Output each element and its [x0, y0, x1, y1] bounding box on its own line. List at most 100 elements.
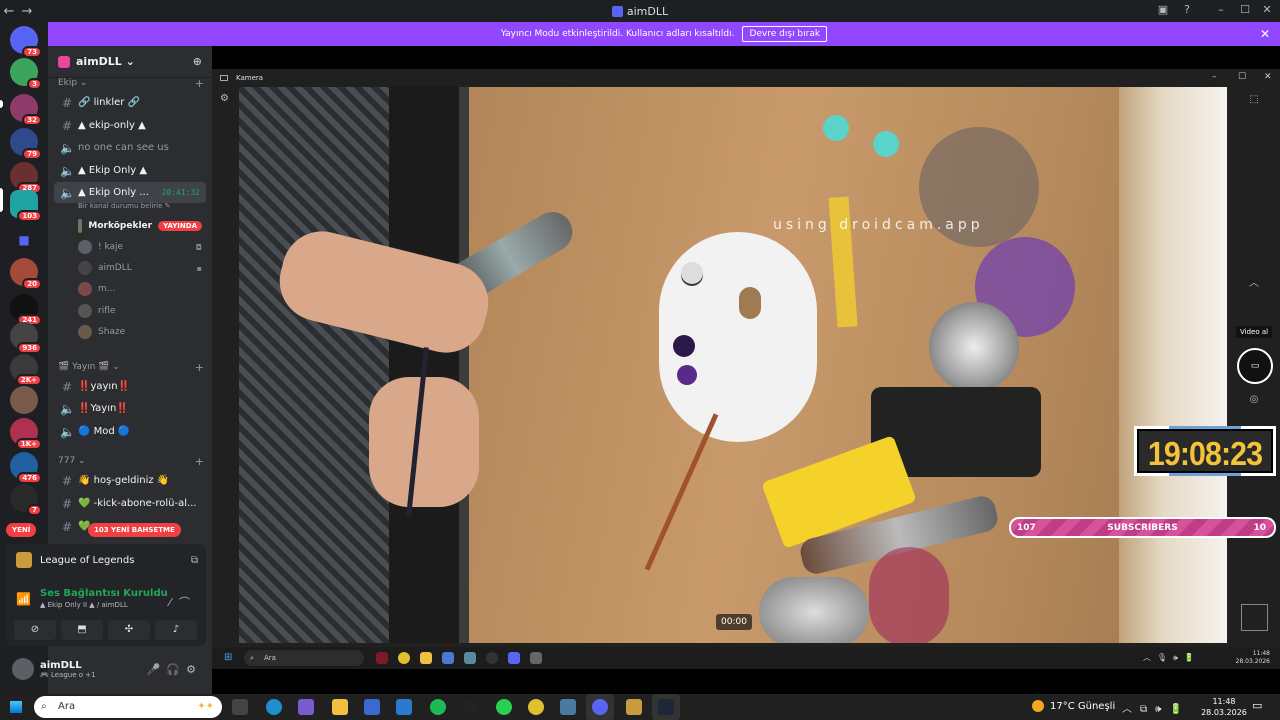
store-icon[interactable] — [364, 699, 380, 715]
taskbar-clock[interactable]: 11:48 28.03.2026 — [1200, 696, 1248, 718]
app-icon[interactable] — [496, 699, 512, 715]
game-activity[interactable]: League of Legends ⧉ — [16, 552, 198, 568]
edge-icon[interactable] — [266, 699, 282, 715]
weather-widget[interactable]: 17°C Güneşli — [1032, 700, 1115, 712]
minimize-button[interactable]: – — [1212, 3, 1230, 16]
channel-mod[interactable]: 🔈 🔵 Mod 🔵 — [54, 421, 206, 442]
invite-people-icon[interactable]: ⊕ — [193, 55, 202, 68]
obs-icon[interactable] — [486, 652, 498, 664]
gallery-thumbnail[interactable] — [1241, 604, 1268, 631]
steam-icon[interactable] — [658, 699, 674, 715]
camera-app-icon[interactable] — [530, 652, 542, 664]
close-button[interactable]: ✕ — [1258, 3, 1276, 16]
guild-header[interactable]: aimDLL ⌄ ⊕ — [48, 46, 212, 78]
server-icon[interactable]: 476 — [10, 452, 42, 484]
channel-hos-geldiniz[interactable]: # 👋 hoş-geldiniz 👋 — [54, 470, 206, 491]
search-box[interactable]: ⌕ Ara — [244, 650, 364, 666]
server-icon-active[interactable]: 103 — [10, 190, 42, 222]
server-icon[interactable]: 3 — [10, 58, 42, 90]
share-screen-button[interactable]: ⬒ — [61, 620, 103, 640]
chrome-icon[interactable] — [528, 699, 544, 715]
server-icon[interactable]: 287 — [10, 162, 42, 194]
task-view-icon[interactable] — [232, 699, 248, 715]
voice-user[interactable]: Morköpekler YAYINDA — [78, 217, 202, 235]
channel-ekip-only-selected[interactable]: 🔈 ▲ Ekip Only ... 20:41:32 — [54, 182, 206, 203]
voice-user[interactable]: rifle — [78, 302, 202, 320]
inbox-icon[interactable]: ▣ — [1154, 3, 1172, 16]
channel-kick-abone[interactable]: # 💚 -kick-abone-rolü-al... — [54, 493, 206, 514]
help-icon[interactable]: ? — [1178, 3, 1196, 16]
gear-icon[interactable]: ⚙ — [186, 663, 202, 676]
headphones-icon[interactable]: 🎧 — [166, 663, 186, 676]
channel-linkler[interactable]: # 🔗 linkler 🔗 — [54, 92, 206, 113]
server-icon[interactable]: 1K+ — [10, 418, 42, 450]
voice-user[interactable]: Shaze — [78, 323, 202, 341]
file-explorer-icon[interactable] — [332, 699, 348, 715]
settings-icon[interactable]: ⚙ — [220, 93, 229, 104]
add-channel-icon[interactable]: + — [195, 361, 204, 374]
camera-switch-icon[interactable]: ⬚ — [1239, 94, 1269, 105]
screen-share-icon[interactable]: ⧉ — [191, 555, 198, 566]
close-banner-icon[interactable]: ✕ — [1260, 27, 1270, 41]
soundboard-button[interactable]: ♪ — [155, 620, 197, 640]
copilot-icon[interactable] — [298, 699, 314, 715]
direct-messages-icon[interactable]: 73 — [10, 26, 42, 58]
discord-icon[interactable] — [592, 699, 608, 715]
channel-status-prompt[interactable]: Bir kanal durumu belirle ✎ — [78, 202, 171, 210]
microphone-icon[interactable]: 🎤 — [147, 663, 167, 676]
app-icon[interactable] — [396, 699, 412, 715]
server-icon[interactable]: 7 — [10, 484, 42, 516]
activities-button[interactable]: ✣ — [108, 620, 150, 640]
channel-yayin-voice[interactable]: 🔈 ‼️Yayın‼️ — [54, 398, 206, 419]
server-icon[interactable]: 20 — [10, 258, 42, 290]
server-icon[interactable] — [10, 386, 38, 414]
maximize-button[interactable]: ☐ — [1238, 72, 1246, 82]
category-yayin[interactable]: 🎬 Yayın 🎬 ⌄ + — [58, 361, 204, 374]
chevron-up-icon[interactable]: ︿ — [1239, 274, 1269, 289]
file-explorer-icon[interactable] — [420, 652, 432, 664]
spotify-icon[interactable] — [430, 699, 446, 715]
minimize-button[interactable]: – — [1212, 72, 1217, 82]
category-ekip[interactable]: Ekip ⌄ + — [58, 77, 204, 90]
maximize-button[interactable]: ☐ — [1236, 3, 1254, 16]
new-servers-badge[interactable]: YENİ — [6, 523, 37, 537]
app-icon[interactable] — [376, 652, 388, 664]
server-icon[interactable]: 241 — [10, 294, 42, 326]
app-icon[interactable] — [442, 652, 454, 664]
channel-ekip-only-voice[interactable]: 🔈 ▲ Ekip Only ▲ — [54, 160, 206, 181]
folder-icon[interactable]: ■ — [10, 226, 38, 254]
server-icon[interactable]: 2K+ — [10, 354, 42, 386]
system-tray[interactable]: ︿⧉🕪🔋 — [1122, 700, 1190, 715]
notification-icon[interactable]: ▭ — [1252, 699, 1262, 712]
discord-icon[interactable] — [508, 652, 520, 664]
windows-start-icon[interactable] — [10, 701, 22, 713]
taskbar-search[interactable]: ⌕ Ara ✦✦ — [34, 696, 222, 718]
add-channel-icon[interactable]: + — [195, 455, 204, 468]
channel-yayin[interactable]: # ‼️yayın‼️ — [54, 376, 206, 397]
camera-off-button[interactable]: ⊘ — [14, 620, 56, 640]
voice-user[interactable]: ! kaje ◘ — [78, 238, 202, 256]
system-tray[interactable]: ︿🎙🕪🔋 — [1143, 652, 1200, 663]
server-icon[interactable]: 79 — [10, 128, 42, 160]
disable-streamer-mode-button[interactable]: Devre dışı bırak — [742, 26, 828, 42]
voice-user[interactable]: m... — [78, 280, 202, 298]
add-channel-icon[interactable]: + — [195, 77, 204, 90]
server-icon[interactable]: 936 — [10, 322, 42, 354]
photo-camera-icon[interactable]: ◎ — [1239, 394, 1269, 405]
chrome-icon[interactable] — [398, 652, 410, 664]
record-video-button[interactable]: ▭ — [1237, 348, 1273, 384]
avatar[interactable] — [12, 658, 34, 680]
channel-no-one-can-see-us[interactable]: 🔈 no one can see us — [54, 137, 206, 158]
league-of-legends-icon[interactable] — [626, 699, 642, 715]
new-mentions-badge[interactable]: 103 YENİ BAHSETME — [88, 523, 181, 537]
windows-start-icon[interactable]: ⊞ — [224, 652, 232, 663]
category-777[interactable]: 777 ⌄ + — [58, 455, 204, 468]
channel-ekip-only[interactable]: # ▲ ekip-only ▲ — [54, 115, 206, 136]
close-button[interactable]: ✕ — [1264, 72, 1272, 82]
app-icon[interactable] — [464, 652, 476, 664]
voice-user[interactable]: aimDLL ▪ — [78, 259, 202, 277]
app-icon[interactable] — [462, 699, 478, 715]
app-icon[interactable] — [560, 699, 576, 715]
server-icon[interactable]: 32 — [10, 94, 42, 126]
noise-suppression-icon[interactable]: ⁄⌒ — [169, 594, 198, 610]
